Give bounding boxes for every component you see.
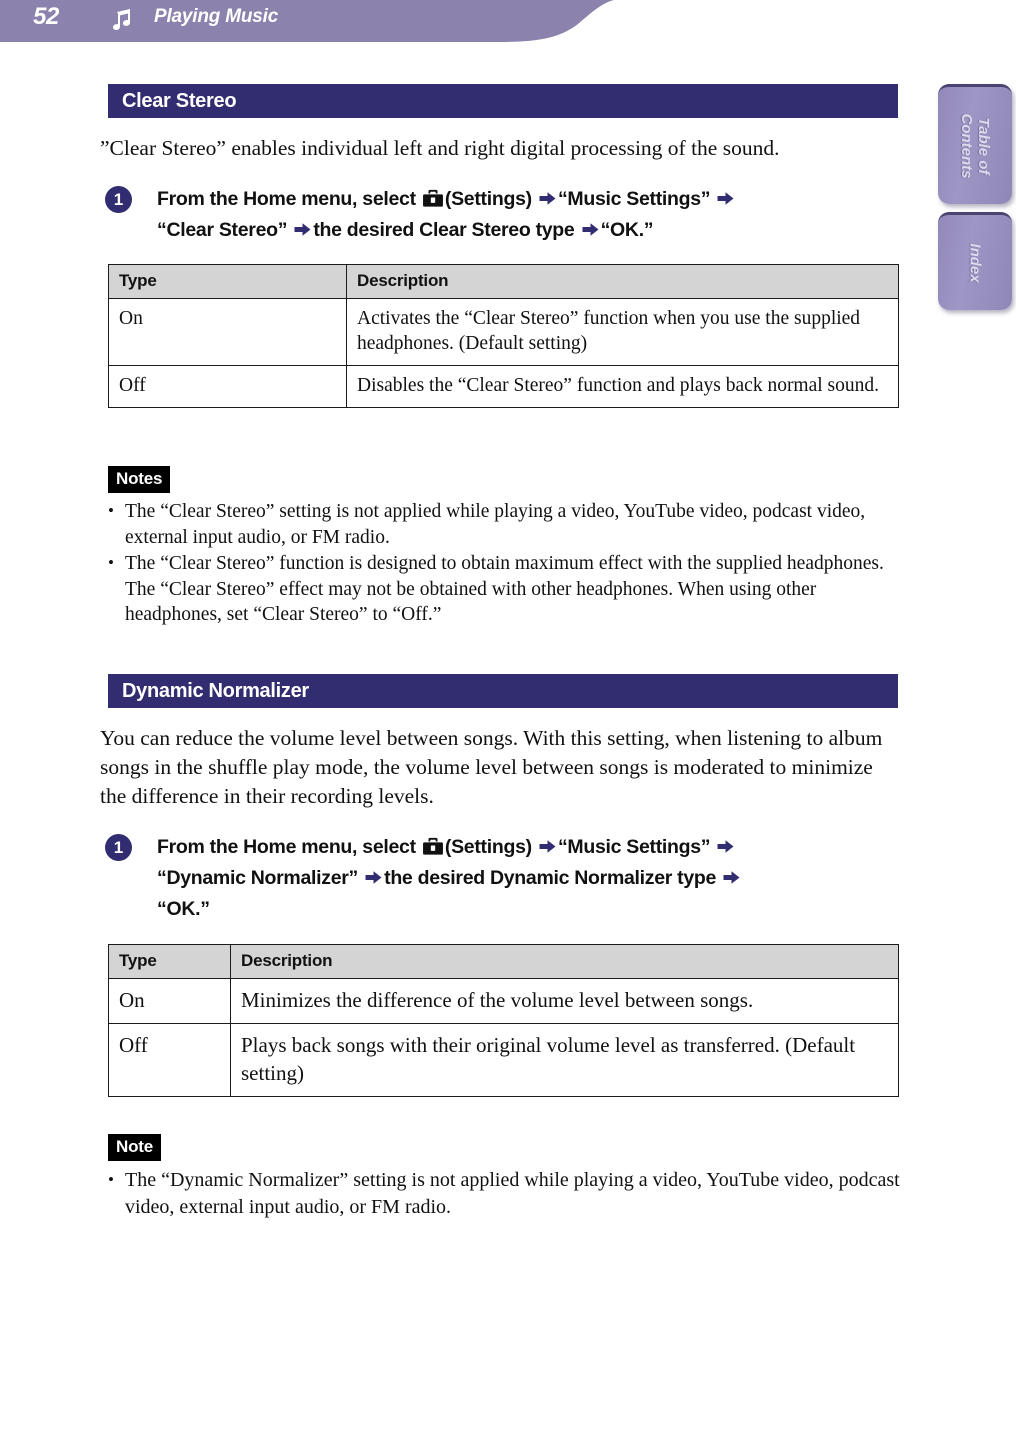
note-item: The “Clear Stereo” setting is not applie… — [108, 498, 908, 550]
table-header-row: Type Description — [108, 264, 899, 299]
index-label: Index — [966, 242, 984, 283]
cell-description: Minimizes the difference of the volume l… — [230, 978, 899, 1024]
settings-toolbox-icon — [422, 189, 443, 207]
step-text-part-b: (Settings) — [444, 188, 532, 210]
table-of-contents-tab-surface: Table of Contents — [938, 84, 1012, 204]
note-item: The “Clear Stereo” function is designed … — [108, 550, 908, 628]
step-text-part-e: the desired Dynamic Normalizer type — [384, 867, 717, 889]
note-badge: Note — [108, 1134, 161, 1161]
music-note-icon — [113, 9, 130, 30]
cell-type: Off — [108, 365, 347, 408]
step-text-part-e: the desired Clear Stereo type — [313, 219, 575, 241]
step-text-part-f: “OK.” — [157, 898, 210, 920]
column-header-description: Description — [346, 264, 899, 299]
table-row: On Minimizes the difference of the volum… — [108, 978, 899, 1024]
cell-type: Off — [108, 1023, 231, 1097]
step-text-part-d: “Dynamic Normalizer” — [157, 867, 358, 889]
cell-description: Plays back songs with their original vol… — [230, 1023, 899, 1097]
section-heading-dynamic-normalizer-text: Dynamic Normalizer — [122, 679, 309, 702]
step-text-part-b: (Settings) — [444, 836, 532, 858]
table-header-row: Type Description — [108, 944, 899, 979]
column-header-type: Type — [108, 264, 347, 299]
step-text-part-c: “Music Settings” — [557, 188, 711, 210]
arrow-right-icon — [539, 192, 556, 205]
clear-stereo-step-1: 1 From the Home menu, select (Settings) … — [105, 184, 905, 246]
table-row: Off Plays back songs with their original… — [108, 1023, 899, 1097]
table-row: On Activates the “Clear Stereo” function… — [108, 298, 899, 366]
sidebar-item-index[interactable]: Index — [938, 212, 1012, 310]
step-text-part-c: “Music Settings” — [557, 836, 711, 858]
cell-type: On — [108, 298, 347, 366]
step-text-part-a: From the Home menu, select — [157, 188, 416, 210]
clear-stereo-table: Type Description On Activates the “Clear… — [108, 264, 899, 408]
cell-type: On — [108, 978, 231, 1024]
cell-description: Disables the “Clear Stereo” function and… — [346, 365, 899, 408]
toc-line-1: Table of — [975, 117, 992, 174]
column-header-description: Description — [230, 944, 899, 979]
arrow-right-icon — [717, 192, 734, 205]
section-heading-dynamic-normalizer: Dynamic Normalizer — [108, 674, 898, 708]
step-text-part-d: “Clear Stereo” — [157, 219, 288, 241]
arrow-right-icon — [723, 871, 740, 884]
clear-stereo-intro: ”Clear Stereo” enables individual left a… — [100, 136, 780, 160]
dynamic-normalizer-step-1: 1 From the Home menu, select (Settings) … — [105, 832, 905, 925]
step-text-part-f: “OK.” — [600, 219, 654, 241]
step-instruction-text: From the Home menu, select (Settings) “M… — [157, 832, 905, 925]
notes-list: The “Dynamic Normalizer” setting is not … — [108, 1166, 908, 1221]
notes-badge: Notes — [108, 466, 171, 493]
step-number-badge: 1 — [105, 186, 132, 213]
sidebar-item-table-of-contents[interactable]: Table of Contents — [938, 84, 1012, 204]
arrow-right-icon — [539, 840, 556, 853]
dynamic-normalizer-intro: You can reduce the volume level between … — [100, 726, 883, 808]
header-bar-shape — [0, 0, 1016, 44]
column-header-type: Type — [108, 944, 231, 979]
clear-stereo-notes: Notes The “Clear Stereo” setting is not … — [108, 466, 908, 629]
section-heading-clear-stereo: Clear Stereo — [108, 84, 898, 118]
page-number: 52 — [33, 3, 59, 30]
arrow-right-icon — [582, 223, 599, 236]
settings-toolbox-icon — [422, 837, 443, 855]
dynamic-normalizer-notes: Note The “Dynamic Normalizer” setting is… — [108, 1134, 908, 1222]
page-header: 52 Playing Music — [0, 0, 1016, 44]
arrow-right-icon — [365, 871, 382, 884]
table-of-contents-label: Table of Contents — [958, 113, 992, 178]
step-number-badge: 1 — [105, 834, 132, 861]
step-instruction-text: From the Home menu, select (Settings) “M… — [157, 184, 905, 246]
header-title: Playing Music — [154, 6, 279, 27]
dynamic-normalizer-table: Type Description On Minimizes the differ… — [108, 944, 899, 1097]
table-row: Off Disables the “Clear Stereo” function… — [108, 365, 899, 408]
arrow-right-icon — [294, 223, 311, 236]
index-tab-surface: Index — [938, 212, 1012, 310]
note-item: The “Dynamic Normalizer” setting is not … — [108, 1166, 908, 1221]
step-text-part-a: From the Home menu, select — [157, 836, 416, 858]
cell-description: Activates the “Clear Stereo” function wh… — [346, 298, 899, 366]
toc-line-2: Contents — [958, 113, 975, 178]
section-heading-clear-stereo-text: Clear Stereo — [122, 89, 237, 112]
notes-list: The “Clear Stereo” setting is not applie… — [108, 498, 908, 628]
arrow-right-icon — [717, 840, 734, 853]
